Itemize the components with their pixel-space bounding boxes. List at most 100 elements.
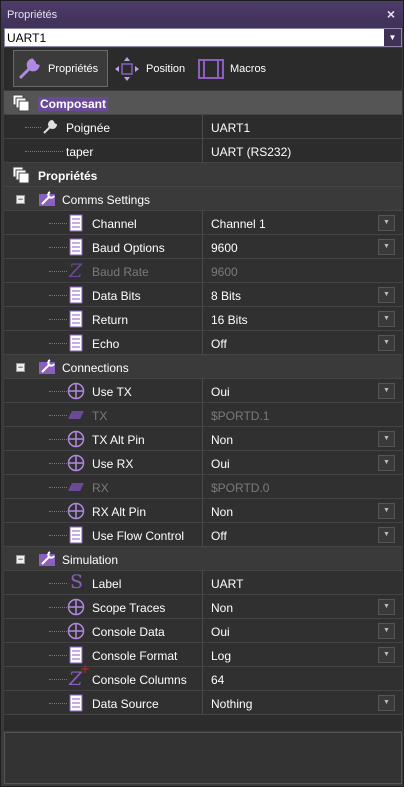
list-icon: [69, 286, 83, 304]
wrench-icon: [43, 119, 58, 134]
component-selector[interactable]: UART1 ▼: [4, 28, 402, 47]
chevron-down-icon[interactable]: ▼: [384, 29, 401, 46]
tree-line: [49, 223, 67, 224]
dropdown-button[interactable]: ▼: [378, 383, 395, 399]
tab-proprietes[interactable]: Propriétés: [13, 50, 108, 87]
property-row-use-tx[interactable]: Use TX Oui ▼: [4, 379, 402, 403]
property-value[interactable]: Non: [211, 601, 233, 615]
dropdown-button[interactable]: ▼: [378, 647, 395, 663]
property-value[interactable]: 9600: [211, 241, 238, 255]
tree-line: [49, 703, 67, 704]
property-value[interactable]: Channel 1: [211, 217, 266, 231]
property-value[interactable]: 8 Bits: [211, 289, 241, 303]
property-value[interactable]: Log: [211, 649, 231, 663]
dropdown-button[interactable]: ▼: [378, 311, 395, 327]
folder-wrench-icon: [39, 359, 55, 374]
property-value[interactable]: Nothing: [211, 697, 252, 711]
pin-icon: [68, 483, 84, 491]
dropdown-button[interactable]: ▼: [378, 431, 395, 447]
property-row-rx-alt-pin[interactable]: RX Alt Pin Non ▼: [4, 499, 402, 523]
column-separator: [202, 499, 203, 523]
tree-line: [49, 415, 67, 416]
tree-line: [25, 127, 41, 128]
property-row-return[interactable]: Return 16 Bits ▼: [4, 307, 402, 331]
column-separator: [202, 523, 203, 547]
collapse-icon[interactable]: −: [16, 363, 25, 372]
property-row-echo[interactable]: Echo Off ▼: [4, 331, 402, 355]
property-row-data-bits[interactable]: Data Bits 8 Bits ▼: [4, 283, 402, 307]
properties-toolbar: Propriétés Position Macros: [4, 48, 402, 90]
tree-line: [49, 391, 67, 392]
dropdown-button[interactable]: ▼: [378, 287, 395, 303]
collapse-icon[interactable]: −: [16, 195, 25, 204]
property-value[interactable]: Non: [211, 433, 233, 447]
property-row-tx-alt-pin[interactable]: TX Alt Pin Non ▼: [4, 427, 402, 451]
property-value[interactable]: Off: [211, 337, 227, 351]
dropdown-button[interactable]: ▼: [378, 527, 395, 543]
window-titlebar: Propriétés ×: [1, 1, 403, 27]
tree-line: [49, 511, 67, 512]
property-value[interactable]: Oui: [211, 457, 230, 471]
property-value[interactable]: Non: [211, 505, 233, 519]
section-composant-header[interactable]: Composant: [4, 91, 402, 115]
property-value[interactable]: Oui: [211, 385, 230, 399]
property-row-use-flow-control[interactable]: Use Flow Control Off ▼: [4, 523, 402, 547]
boolean-icon: [67, 430, 85, 448]
property-name: Data Source: [92, 697, 159, 711]
property-row-label[interactable]: S Label UART: [4, 571, 402, 595]
property-grid: Composant Poignée UART1 taper UART (RS23…: [4, 91, 402, 731]
property-row-scope-traces[interactable]: Scope Traces Non ▼: [4, 595, 402, 619]
tree-line: [49, 679, 67, 680]
property-value: 9600: [211, 265, 238, 279]
group-connections-header[interactable]: − Connections: [4, 355, 402, 379]
property-name: Console Data: [92, 625, 165, 639]
dropdown-button[interactable]: ▼: [378, 239, 395, 255]
dropdown-button[interactable]: ▼: [378, 623, 395, 639]
tree-line: [49, 631, 67, 632]
tab-position[interactable]: Position: [112, 50, 192, 87]
property-row-console-data[interactable]: Console Data Oui ▼: [4, 619, 402, 643]
collapse-icon[interactable]: −: [16, 555, 25, 564]
property-row-channel[interactable]: Channel Channel 1 ▼: [4, 211, 402, 235]
column-separator: [202, 139, 203, 163]
property-name: TX Alt Pin: [92, 433, 145, 447]
property-value[interactable]: Oui: [211, 625, 230, 639]
property-row-console-columns[interactable]: Z + Console Columns 64: [4, 662, 402, 691]
tree-line: [49, 247, 67, 248]
property-row-baud-options[interactable]: Baud Options 9600 ▼: [4, 235, 402, 259]
group-comms-header[interactable]: − Comms Settings: [4, 187, 402, 211]
group-simulation-header[interactable]: − Simulation: [4, 547, 402, 571]
string-icon: S: [70, 571, 84, 593]
close-icon[interactable]: ×: [387, 6, 395, 22]
properties-panel: Propriétés × UART1 ▼ Propriétés Position…: [0, 0, 404, 787]
tab-macros[interactable]: Macros: [196, 50, 276, 87]
property-row-use-rx[interactable]: Use RX Oui ▼: [4, 451, 402, 475]
property-value[interactable]: 16 Bits: [211, 313, 248, 327]
property-value[interactable]: UART: [211, 577, 243, 591]
tree-line: [49, 295, 67, 296]
dropdown-button[interactable]: ▼: [378, 215, 395, 231]
property-value[interactable]: UART1: [211, 121, 250, 135]
column-separator: [202, 451, 203, 475]
boolean-icon: [67, 382, 85, 400]
integer-star-icon: Z +: [69, 662, 91, 690]
section-proprietes-header[interactable]: Propriétés: [4, 163, 402, 187]
group-label: Comms Settings: [62, 193, 151, 207]
property-value[interactable]: UART (RS232): [211, 145, 291, 159]
column-separator: [202, 403, 203, 427]
property-row-data-source[interactable]: Data Source Nothing ▼: [4, 691, 402, 715]
dropdown-button[interactable]: ▼: [378, 455, 395, 471]
dropdown-button[interactable]: ▼: [378, 599, 395, 615]
property-row-console-format[interactable]: Console Format Log ▼: [4, 643, 402, 667]
property-value[interactable]: 64: [211, 673, 224, 687]
dropdown-button[interactable]: ▼: [378, 695, 395, 711]
property-row-rx: RX $PORTD.0: [4, 475, 402, 499]
integer-icon: Z: [69, 260, 83, 282]
property-name: Echo: [92, 337, 120, 351]
tree-line: [49, 439, 67, 440]
property-row-taper[interactable]: taper UART (RS232): [4, 139, 402, 163]
property-row-poignee[interactable]: Poignée UART1: [4, 115, 402, 139]
property-value[interactable]: Off: [211, 529, 227, 543]
dropdown-button[interactable]: ▼: [378, 335, 395, 351]
dropdown-button[interactable]: ▼: [378, 503, 395, 519]
